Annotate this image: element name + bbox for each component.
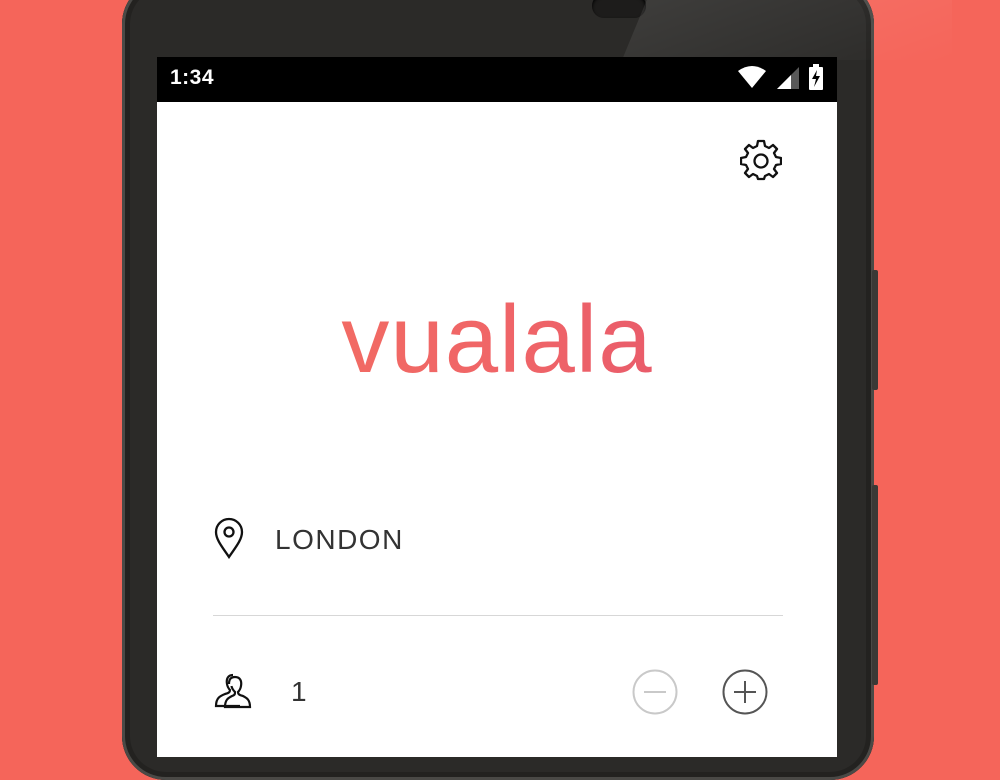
- wifi-icon: [737, 65, 767, 93]
- signal-icon: [777, 65, 799, 93]
- phone-speaker: [592, 0, 646, 18]
- increase-guests-button[interactable]: [722, 669, 768, 715]
- status-icons: [737, 64, 823, 94]
- plus-circle-icon: [722, 669, 768, 715]
- app-screen: 1:34 vualala LONDON 1: [157, 57, 837, 757]
- guest-count: 1: [291, 676, 309, 707]
- location-value: LONDON: [275, 524, 404, 555]
- status-time: 1:34: [170, 66, 215, 89]
- gear-icon: [739, 139, 783, 181]
- location-pin-icon: [213, 517, 245, 563]
- location-field[interactable]: LONDON: [213, 515, 783, 565]
- battery-charging-icon: [809, 64, 823, 94]
- phone-power-button: [872, 270, 878, 390]
- people-icon: [213, 671, 253, 713]
- status-bar: 1:34: [157, 57, 837, 102]
- guests-field: 1: [213, 667, 783, 717]
- app-logo: vualala: [157, 285, 837, 395]
- decrease-guests-button[interactable]: [632, 669, 678, 715]
- phone-volume-button: [872, 485, 878, 685]
- minus-circle-icon: [632, 669, 678, 715]
- settings-button[interactable]: [739, 139, 783, 181]
- divider: [213, 615, 783, 616]
